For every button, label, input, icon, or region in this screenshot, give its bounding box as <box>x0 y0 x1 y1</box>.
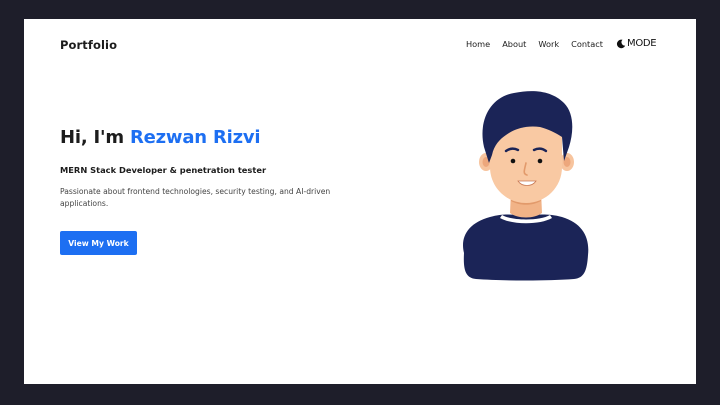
nav-links: Home About Work Contact <box>466 39 603 49</box>
hero-name: Rezwan Rizvi <box>129 127 261 148</box>
nav-link-home[interactable]: Home <box>466 39 490 49</box>
nav-link-work[interactable]: Work <box>538 39 559 49</box>
nav-link-contact[interactable]: Contact <box>571 39 603 49</box>
hero-description: Passionate about frontend technologies, … <box>60 187 331 208</box>
hero-role: MERN Stack Developer & penetration teste… <box>60 165 267 175</box>
nav-link-about[interactable]: About <box>502 39 526 49</box>
page-frame: Portfolio Home About Work Contact MODE H… <box>24 19 696 384</box>
top-nav: Portfolio Home About Work Contact MODE <box>24 19 696 71</box>
greeting-text: Hi, I'm <box>60 127 124 148</box>
moon-icon <box>616 39 626 48</box>
brand-logo[interactable]: Portfolio <box>60 38 117 52</box>
hero-section: Hi, I'm Rezwan Rizvi MERN Stack Develope… <box>60 127 380 210</box>
avatar-illustration <box>463 91 589 281</box>
mode-toggle-button[interactable]: MODE <box>616 38 657 49</box>
view-my-work-button[interactable]: View My Work <box>60 231 137 255</box>
mode-label: MODE <box>627 38 657 49</box>
hero-greeting: Hi, I'm Rezwan Rizvi <box>60 127 380 148</box>
